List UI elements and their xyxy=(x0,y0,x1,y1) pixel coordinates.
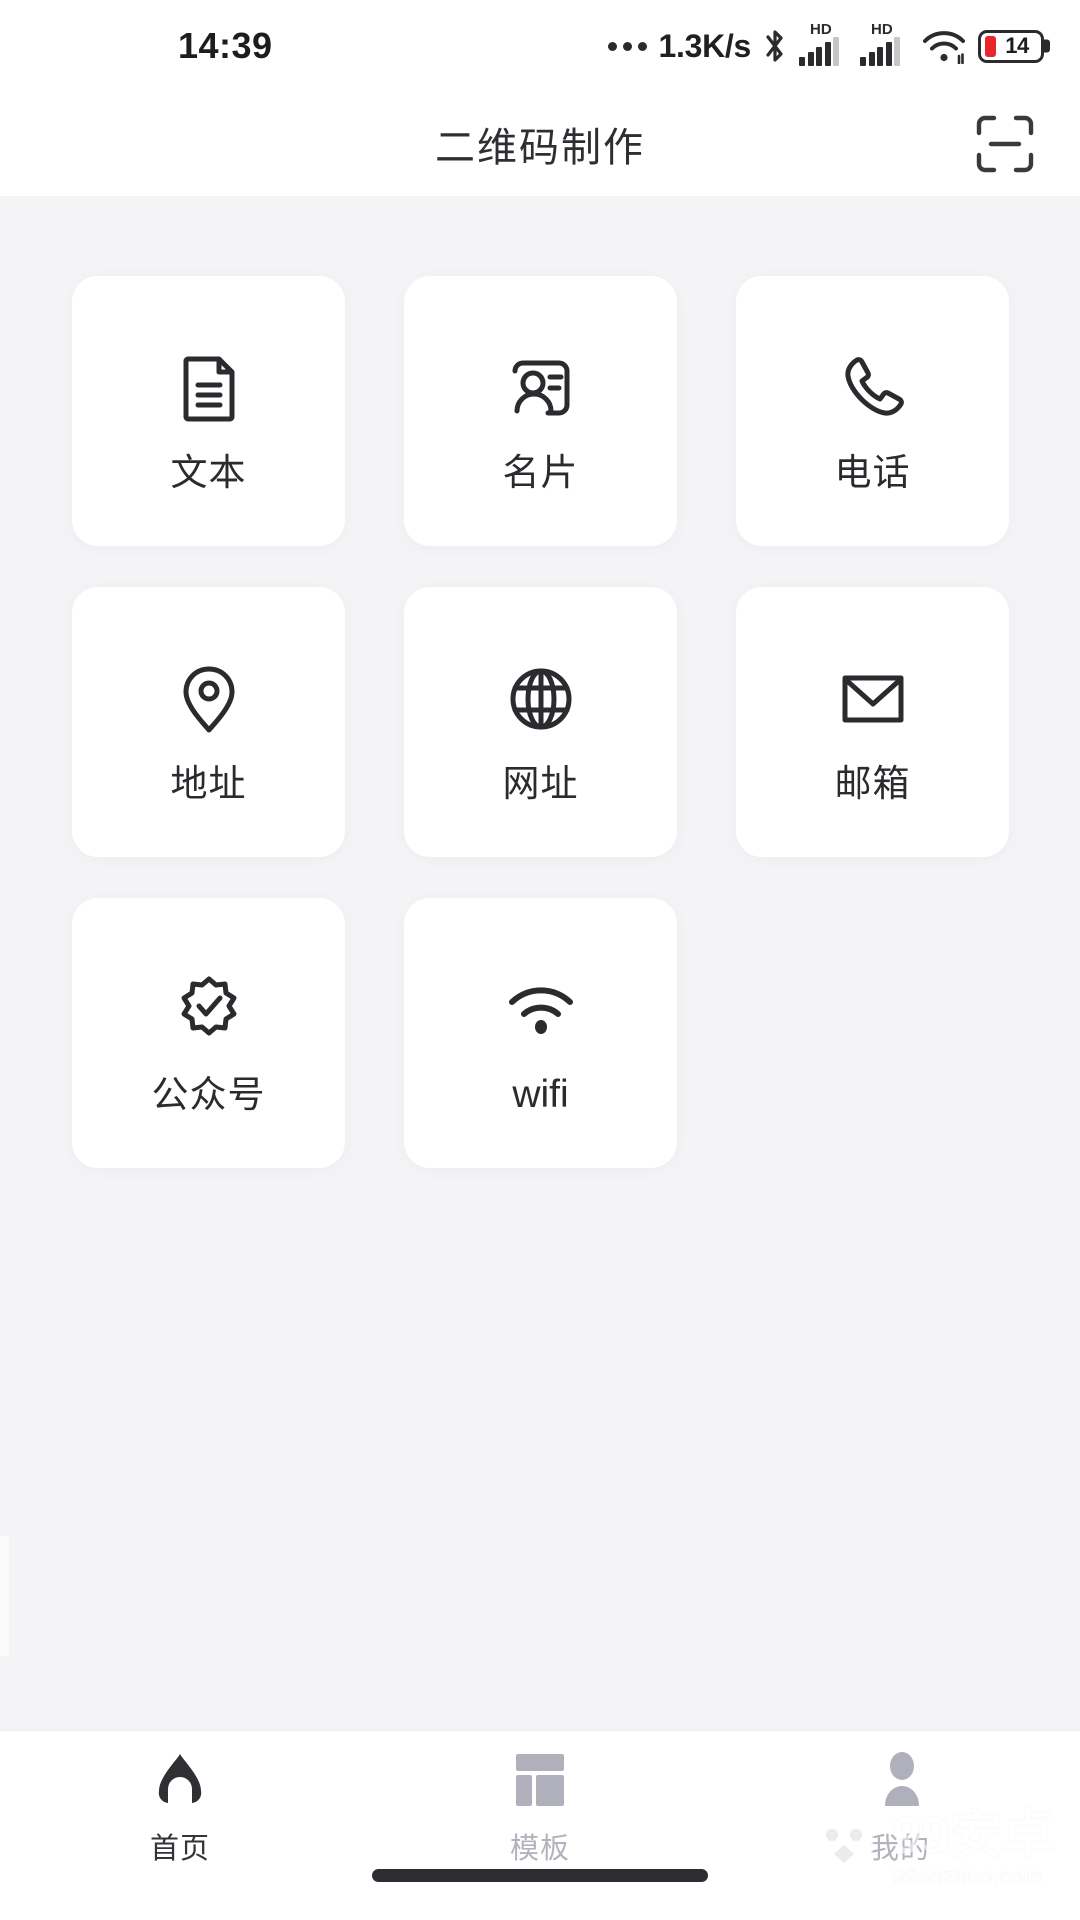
grid-item-wifi[interactable]: wifi xyxy=(404,898,677,1168)
person-icon xyxy=(869,1749,931,1811)
bluetooth-icon xyxy=(766,30,783,62)
page-title: 二维码制作 xyxy=(435,126,645,170)
globe-icon xyxy=(500,643,582,755)
tab-home[interactable]: 首页 xyxy=(0,1749,360,1867)
grid-item-label: 邮箱 xyxy=(834,762,911,804)
content-scroll-region[interactable] xyxy=(0,1536,1080,1656)
app-header: 二维码制作 xyxy=(0,92,1080,196)
app-screen: 14:39 1.3K/s HD HD 14 二维码制作 文本 名片 电话 地址 … xyxy=(0,0,1080,1920)
hd-label-sim2: HD xyxy=(871,21,893,38)
tab-mine[interactable]: 我的 xyxy=(720,1749,1080,1867)
wifi-icon xyxy=(923,31,965,64)
verified-badge-icon xyxy=(168,954,250,1066)
contact-card-icon xyxy=(500,332,582,444)
home-icon xyxy=(149,1749,211,1811)
hd-label-sim1: HD xyxy=(810,21,832,38)
tab-label: 我的 xyxy=(869,1833,930,1865)
signal-bars-sim2-icon: HD xyxy=(860,22,910,66)
location-pin-icon xyxy=(168,643,250,755)
status-bar: 14:39 1.3K/s HD HD 14 xyxy=(0,0,1080,92)
grid-item-business-card[interactable]: 名片 xyxy=(404,276,677,546)
tab-template[interactable]: 模板 xyxy=(360,1749,720,1867)
grid-item-label: 公众号 xyxy=(151,1073,266,1115)
qr-type-grid: 文本 名片 电话 地址 网址 邮箱 公众号 wifi xyxy=(0,276,1080,1168)
home-indicator[interactable] xyxy=(372,1869,708,1882)
bottom-navigation: 首页 模板 我的 99安卓 99anzhuo.com xyxy=(0,1730,1080,1920)
envelope-icon xyxy=(832,643,914,755)
template-icon xyxy=(509,1749,571,1811)
status-bar-time: 14:39 xyxy=(178,25,273,66)
grid-item-email[interactable]: 邮箱 xyxy=(736,587,1009,857)
more-dots-icon xyxy=(607,41,647,51)
battery-icon: 14 xyxy=(978,29,1044,63)
grid-item-label: 文本 xyxy=(170,451,247,493)
document-icon xyxy=(168,332,250,444)
tab-label: 模板 xyxy=(509,1833,570,1865)
status-bar-icons: 1.3K/s HD HD 14 xyxy=(607,22,1044,66)
phone-icon xyxy=(832,332,914,444)
grid-item-text[interactable]: 文本 xyxy=(72,276,345,546)
main-content: 文本 名片 电话 地址 网址 邮箱 公众号 wifi xyxy=(0,196,1080,1730)
grid-item-label: 网址 xyxy=(502,762,579,804)
network-speed-label: 1.3K/s xyxy=(658,27,752,64)
grid-item-website[interactable]: 网址 xyxy=(404,587,677,857)
grid-item-address[interactable]: 地址 xyxy=(72,587,345,857)
battery-level-label: 14 xyxy=(1005,33,1029,58)
signal-bars-sim1-icon: HD xyxy=(799,22,849,66)
grid-item-label: wifi xyxy=(512,1072,569,1116)
grid-item-official-account[interactable]: 公众号 xyxy=(72,898,345,1168)
grid-item-phone[interactable]: 电话 xyxy=(736,276,1009,546)
grid-item-label: 地址 xyxy=(170,762,247,804)
tab-label: 首页 xyxy=(149,1833,210,1865)
scan-frame-icon[interactable] xyxy=(974,113,1036,175)
grid-item-label: 名片 xyxy=(502,451,579,493)
wifi-icon xyxy=(500,953,582,1065)
watermark-url: 99anzhuo.com xyxy=(892,1864,1043,1889)
grid-item-label: 电话 xyxy=(834,451,911,493)
